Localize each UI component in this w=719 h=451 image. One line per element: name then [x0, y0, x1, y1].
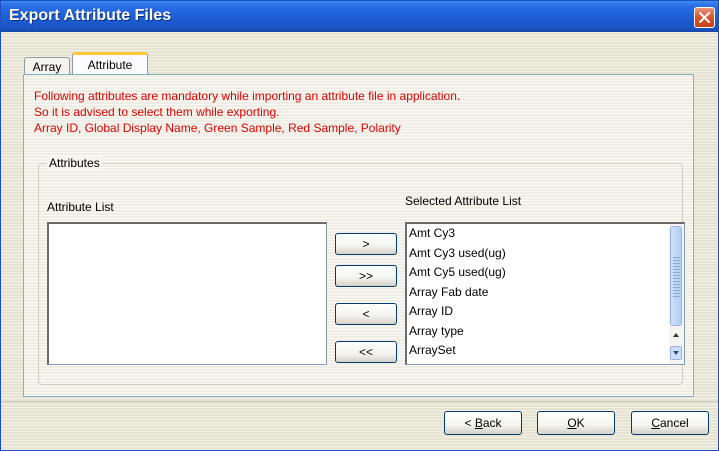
selected-attribute-item[interactable]: Amt Cy5 used(ug) [407, 263, 684, 283]
selected-attribute-items: Amt Cy3 Amt Cy3 used(ug) Amt Cy5 used(ug) A… [407, 224, 684, 361]
selected-attribute-item[interactable]: Amt Cy3 used(ug) [407, 244, 684, 264]
footer-separator [1, 401, 718, 402]
tab-attribute[interactable]: Attribute [72, 52, 148, 74]
back-button[interactable]: < Back [444, 411, 522, 435]
cancel-mnemonic: C [651, 416, 660, 430]
attribute-list[interactable] [47, 222, 327, 365]
window-title: Export Attribute Files [9, 7, 172, 24]
selected-attribute-item[interactable]: Array Fab date [407, 283, 684, 303]
close-icon [699, 12, 710, 23]
selected-attribute-list-label: Selected Attribute List [405, 194, 522, 208]
back-prefix: < [464, 416, 475, 430]
back-mnemonic: B [474, 416, 483, 430]
export-attribute-files-dialog: Export Attribute Files Array Attribute F… [0, 0, 719, 451]
scroll-up-arrow-icon[interactable] [670, 328, 682, 342]
selected-attribute-item[interactable]: Array ID [407, 302, 684, 322]
notice-line-2: So it is advised to select them while ex… [34, 105, 280, 119]
ok-rest: K [576, 416, 585, 430]
back-rest: ack [482, 416, 502, 430]
ok-mnemonic: O [567, 416, 577, 430]
notice-line-3: Array ID, Global Display Name, Green Sam… [34, 121, 401, 135]
remove-all-button[interactable]: << [335, 341, 397, 363]
cancel-button[interactable]: Cancel [631, 411, 709, 435]
close-button[interactable] [694, 7, 715, 28]
cancel-rest: ancel [659, 416, 689, 430]
selected-attribute-item[interactable]: Array type [407, 322, 684, 342]
remove-selected-button[interactable]: < [335, 303, 397, 325]
selected-list-scrollbar[interactable] [669, 224, 684, 364]
selected-attribute-list[interactable]: Amt Cy3 Amt Cy3 used(ug) Amt Cy5 used(ug) A… [405, 222, 685, 365]
selected-attribute-item[interactable]: Amt Cy3 [407, 224, 684, 244]
ok-button[interactable]: OK [537, 411, 615, 435]
add-selected-button[interactable]: > [335, 233, 397, 255]
scroll-down-button[interactable] [670, 346, 682, 360]
scroll-grip [673, 257, 680, 297]
scroll-down-arrow-icon [673, 351, 679, 355]
add-all-button[interactable]: >> [335, 265, 397, 287]
tab-array[interactable]: Array [24, 57, 70, 75]
title-bar[interactable]: Export Attribute Files [1, 1, 718, 32]
selected-attribute-item[interactable]: ArraySet [407, 341, 684, 361]
attributes-group-label: Attributes [47, 156, 102, 170]
notice-line-1: Following attributes are mandatory while… [34, 89, 461, 103]
attribute-list-label: Attribute List [47, 200, 114, 214]
scroll-thumb[interactable] [670, 226, 682, 326]
